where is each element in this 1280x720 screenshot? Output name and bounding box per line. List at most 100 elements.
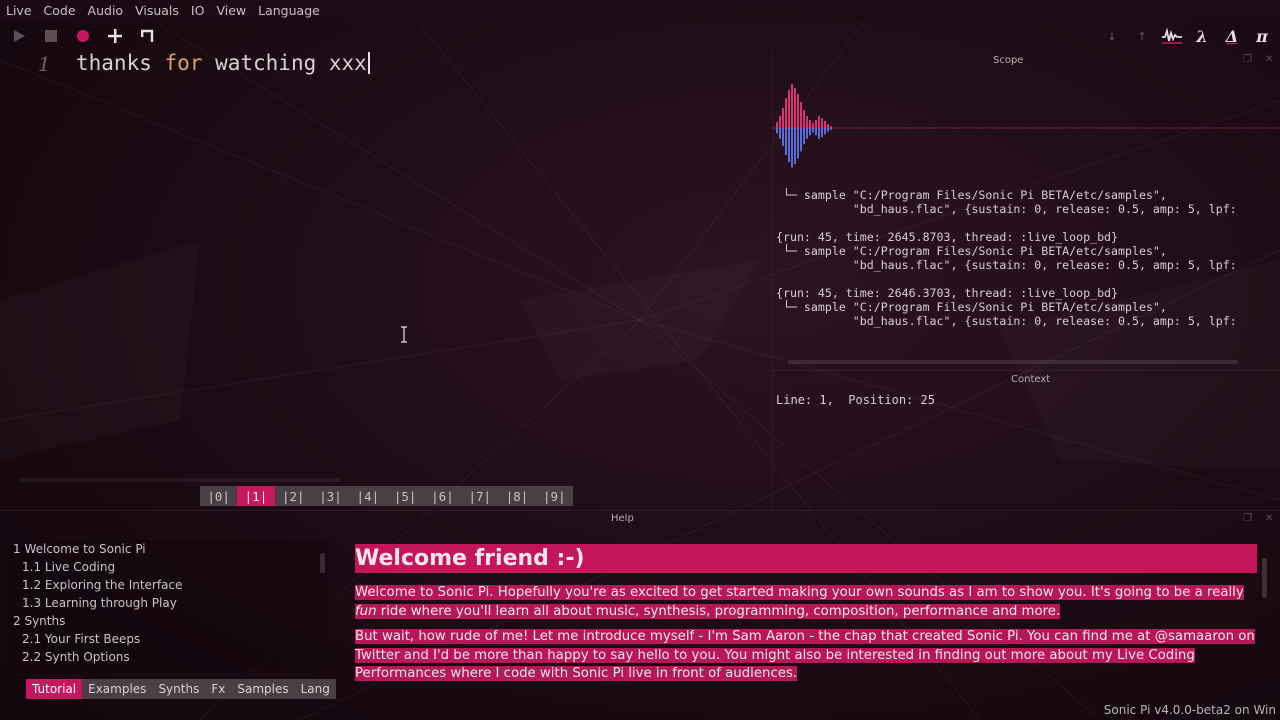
menu-code[interactable]: Code — [38, 0, 82, 22]
log-line: {run: 45, time: 2645.8703, thread: :live… — [776, 230, 1119, 244]
scope-bar-bottom — [788, 128, 790, 163]
code-line[interactable]: thanks for watching xxx — [76, 51, 370, 75]
scope-float-icon[interactable]: ❐ — [1243, 54, 1252, 65]
help-float-icon[interactable]: ❐ — [1243, 513, 1252, 524]
toc-scrollbar[interactable] — [320, 553, 325, 573]
record-button[interactable] — [74, 27, 92, 45]
scope-bar-top — [791, 84, 793, 128]
scope-bar-bottom — [818, 128, 820, 139]
pi-button[interactable]: π — [1252, 26, 1272, 46]
right-toolbar: ↓ ↑ λ Δ π — [1102, 26, 1272, 46]
doc-para1-b: ride where you'll learn all about music,… — [376, 603, 1061, 619]
help-document: Welcome friend :-) Welcome to Sonic Pi. … — [355, 544, 1260, 694]
buffer-tab-6[interactable]: |6| — [424, 486, 461, 506]
help-toc: 1 Welcome to Sonic Pi 1.1 Live Coding 1.… — [8, 540, 328, 670]
toc-item[interactable]: 2 Synths — [8, 612, 328, 630]
scope-bar-top — [815, 120, 817, 128]
menu-live[interactable]: Live — [0, 0, 38, 22]
corner-icon — [141, 29, 154, 42]
scope-title: Scope — [993, 55, 1024, 66]
log-line: └─ sample "C:/Program Files/Sonic Pi BET… — [776, 188, 1167, 202]
scope-bar-bottom — [806, 128, 808, 139]
scope-bar-bottom — [779, 128, 781, 139]
help-tab-lang[interactable]: Lang — [295, 679, 336, 699]
buffer-tab-9[interactable]: |9| — [536, 486, 573, 506]
scope-bar-top — [827, 124, 829, 128]
buffer-tab-1[interactable]: |1| — [237, 486, 275, 506]
scope-bar-top — [812, 123, 814, 128]
stop-button[interactable] — [42, 27, 60, 45]
scope-bar-bottom — [815, 128, 817, 136]
scope-bar-bottom — [827, 128, 829, 132]
help-title: Help — [611, 513, 634, 524]
log-line: └─ sample "C:/Program Files/Sonic Pi BET… — [776, 244, 1167, 258]
code-keyword: for — [164, 51, 203, 75]
menu-visuals[interactable]: Visuals — [129, 0, 185, 22]
scope-bar-bottom — [809, 128, 811, 136]
scope-bar-bottom — [800, 128, 802, 152]
scope-close-icon[interactable]: ✕ — [1265, 54, 1273, 65]
ibeam-cursor-icon — [401, 326, 407, 343]
doc-para1-a: Welcome to Sonic Pi. Hopefully you're as… — [355, 585, 1244, 600]
buffer-tab-4[interactable]: |4| — [349, 486, 386, 506]
toc-item[interactable]: 1.3 Learning through Play — [8, 594, 328, 612]
toc-item[interactable]: 2.1 Your First Beeps — [8, 630, 328, 648]
scope-bar-top — [788, 90, 790, 128]
log-scrollbar[interactable] — [788, 360, 1238, 364]
toc-item[interactable]: 1 Welcome to Sonic Pi — [8, 540, 328, 558]
delta-button[interactable]: Δ — [1222, 26, 1242, 46]
scope-bar-bottom — [785, 128, 787, 155]
help-close-icon[interactable]: ✕ — [1265, 513, 1273, 524]
buffer-tab-2[interactable]: |2| — [275, 486, 312, 506]
help-tab-examples[interactable]: Examples — [82, 679, 152, 699]
scope-bar-top — [797, 94, 799, 128]
scope-bar-top — [803, 110, 805, 128]
buffer-tab-5[interactable]: |5| — [386, 486, 423, 506]
toc-item[interactable]: 2.2 Synth Options — [8, 648, 328, 666]
buffer-tabs: |0| |1| |2| |3| |4| |5| |6| |7| |8| |9| — [200, 486, 573, 506]
scope-toggle-button[interactable] — [1162, 26, 1182, 46]
menu-view[interactable]: View — [210, 0, 252, 22]
size-up-button[interactable] — [106, 27, 124, 45]
help-tab-fx[interactable]: Fx — [205, 679, 231, 699]
arrow-down-icon[interactable]: ↓ — [1102, 26, 1122, 46]
buffer-tab-3[interactable]: |3| — [312, 486, 349, 506]
run-button[interactable] — [10, 27, 28, 45]
context-text: Line: 1, Position: 25 — [776, 393, 935, 407]
scope-bar-bottom — [794, 128, 796, 164]
menu-audio[interactable]: Audio — [82, 0, 130, 22]
toc-item[interactable]: 1.1 Live Coding — [8, 558, 328, 576]
doc-para1-em: fun — [355, 603, 377, 619]
log-line: "bd_haus.flac", {sustain: 0, release: 0.… — [776, 314, 1237, 328]
toc-item[interactable]: 1.2 Exploring the Interface — [8, 576, 328, 594]
lambda-button[interactable]: λ — [1192, 26, 1212, 46]
plus-icon — [108, 29, 122, 43]
panel-divider — [772, 370, 1280, 371]
code-editor[interactable]: 1 thanks for watching xxx — [0, 46, 770, 486]
doc-scrollbar[interactable] — [1262, 558, 1267, 598]
buffer-tab-7[interactable]: |7| — [461, 486, 498, 506]
buffer-tab-8[interactable]: |8| — [498, 486, 535, 506]
log-output[interactable]: └─ sample "C:/Program Files/Sonic Pi BET… — [776, 188, 1276, 333]
menu-language[interactable]: Language — [252, 0, 326, 22]
size-down-button[interactable] — [138, 27, 156, 45]
scope-bar-top — [824, 121, 826, 128]
scope-bar-bottom — [821, 128, 823, 137]
scope-waveform — [776, 84, 832, 168]
scope-bar-bottom — [782, 128, 784, 146]
arrow-up-icon[interactable]: ↑ — [1132, 26, 1152, 46]
stop-icon — [45, 30, 57, 42]
help-tab-samples[interactable]: Samples — [231, 679, 294, 699]
help-tab-synths[interactable]: Synths — [152, 679, 205, 699]
doc-paragraph-1: Welcome to Sonic Pi. Hopefully you're as… — [355, 584, 1260, 621]
help-tab-tutorial[interactable]: Tutorial — [26, 679, 83, 699]
log-line: {run: 45, time: 2646.3703, thread: :live… — [776, 286, 1119, 300]
scope-bar-top — [800, 102, 802, 128]
menu-io[interactable]: IO — [185, 0, 211, 22]
buffer-tab-0[interactable]: |0| — [200, 486, 237, 506]
editor-scrollbar[interactable] — [20, 478, 340, 482]
status-version: Sonic Pi v4.0.0-beta2 on Win — [1103, 703, 1276, 717]
scope-bar-bottom — [776, 128, 778, 134]
